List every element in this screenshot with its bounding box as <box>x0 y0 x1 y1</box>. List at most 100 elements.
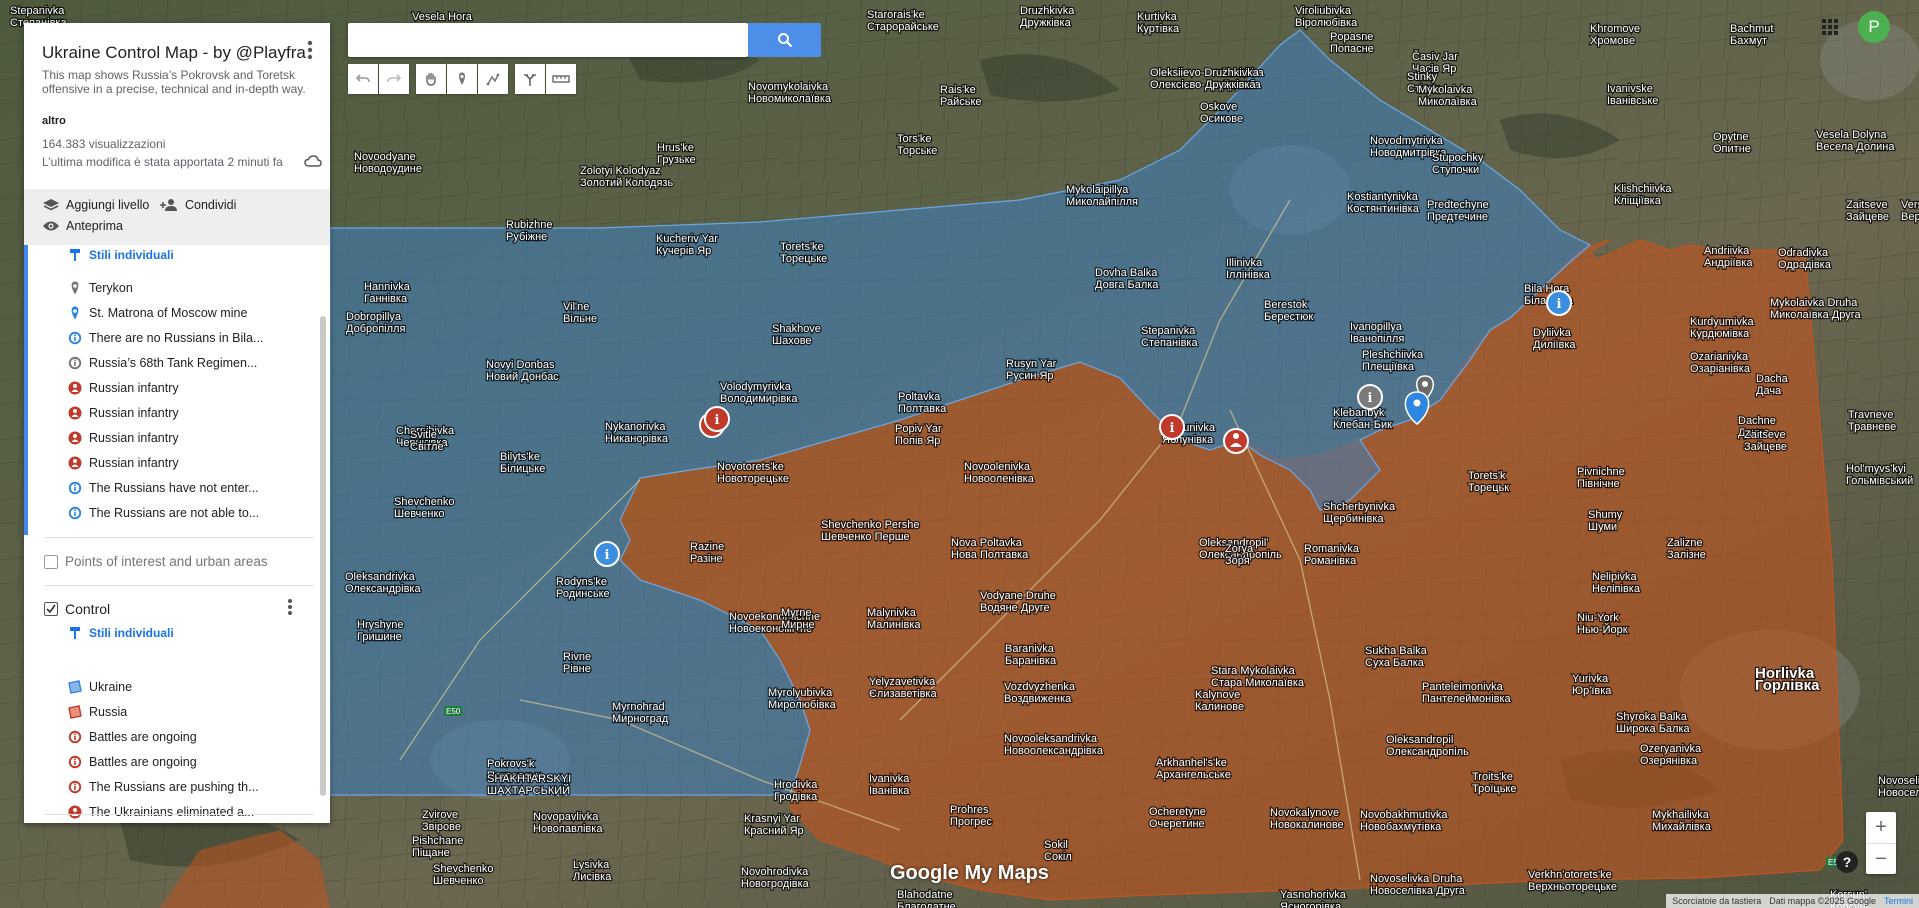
legend-item-label: Russian infantry <box>89 406 179 420</box>
more-vert-icon[interactable] <box>307 40 313 60</box>
legend-item[interactable]: Ukraine <box>68 680 132 694</box>
legend-item-label: Russian infantry <box>89 381 179 395</box>
poi-layer-row[interactable]: Points of interest and urban areas <box>44 554 268 569</box>
more-link[interactable]: altro <box>42 115 66 127</box>
redo-button[interactable] <box>379 64 409 94</box>
last-modified: L’ultima modifica è stata apportata 2 mi… <box>42 155 283 169</box>
place-label: Mykolaipillya Миколайпілля <box>1066 184 1138 208</box>
legend-item[interactable]: Russian infantry <box>68 456 179 470</box>
place-label: Rodyns'ke Родинське <box>556 576 610 600</box>
account-avatar[interactable]: P <box>1858 11 1890 43</box>
legend-item-icon-wrap <box>68 506 82 520</box>
panel-scrollbar[interactable] <box>320 316 326 796</box>
place-label: Nova Poltavka Нова Полтавка <box>951 537 1029 561</box>
directions-icon <box>524 74 536 86</box>
marker-gray-info-68th[interactable]: i <box>1357 384 1383 410</box>
zoom-out-button[interactable]: − <box>1866 843 1896 875</box>
legend-item[interactable]: Russia’s 68th Tank Regimen... <box>68 356 257 370</box>
add-marker-button[interactable] <box>447 64 477 94</box>
place-label: Panteleimonivka Пантелеймонівка <box>1422 681 1512 705</box>
control-layer-row[interactable]: Control <box>44 601 110 617</box>
place-label: Krasnyi Yar Красний Яр <box>744 813 804 837</box>
legend-item[interactable]: Battles are ongoing <box>68 755 197 769</box>
place-label: Novobakhmutivka Новобахмутівка <box>1360 809 1448 833</box>
legend-item-label: There are no Russians in Bila... <box>89 331 264 345</box>
marker-blue-info-rodynske[interactable]: i <box>594 541 620 567</box>
place-label: Mykolaivka Druha Миколаївка Друга <box>1770 297 1861 321</box>
control-individual-styles-link[interactable]: Stili individuali <box>68 626 174 640</box>
place-label: Oleksandrivka Олександрівка <box>345 571 421 595</box>
legend-item[interactable]: Russian infantry <box>68 381 179 395</box>
legend-item[interactable]: Russia <box>68 705 127 719</box>
place-label: VershynaВершина <box>1901 199 1919 223</box>
search-button[interactable] <box>748 23 821 57</box>
legend-item-label: The Russians have not enter... <box>89 481 259 495</box>
layers-icon <box>43 199 59 211</box>
draw-line-button[interactable] <box>478 64 508 94</box>
place-label: Lysivka Лисівка <box>573 859 612 883</box>
place-label: SHAKHTARSKYI ШАХТАРСЬКИЙ <box>487 773 571 797</box>
share-label: Condividi <box>185 198 237 212</box>
legend-item[interactable]: Terykon <box>68 281 133 295</box>
legend-item[interactable]: Russian infantry <box>68 406 179 420</box>
legend-item[interactable]: St. Matrona of Moscow mine <box>68 306 247 320</box>
keyboard-shortcuts-link[interactable]: Scorciatoie da tastiera <box>1672 896 1761 906</box>
red-info-icon <box>68 755 82 769</box>
add-layer-button[interactable]: Aggiungi livello <box>42 198 149 212</box>
place-label: Oskove Осикове <box>1200 101 1243 125</box>
place-label: Stara Mykolaivka Стара Миколаївка <box>1211 665 1305 689</box>
control-layer-checkbox[interactable] <box>44 602 58 616</box>
legend-item-label: Battles are ongoing <box>89 730 197 744</box>
legend-item[interactable]: Battles are ongoing <box>68 730 197 744</box>
legend-item-icon-wrap <box>68 705 82 719</box>
legend-item[interactable]: The Ukrainians eliminated a... <box>68 805 254 819</box>
help-button[interactable]: ? <box>1836 851 1858 873</box>
marker-blue-info-bila-hora[interactable]: i <box>1546 290 1572 316</box>
apps-grid-icon[interactable] <box>1820 17 1840 37</box>
place-label: Myrnohrad Мирноград <box>612 701 669 725</box>
share-button[interactable]: Condividi <box>159 198 236 212</box>
place-label: Kalynove Калинове <box>1195 689 1244 713</box>
marker-red-info-yablunivka[interactable]: i <box>1159 414 1185 440</box>
place-label: Berestok Берестюк <box>1264 299 1313 323</box>
place-label: Viroliubivka Віролюбівка <box>1295 5 1358 29</box>
legend-item[interactable]: The Russians are pushing th... <box>68 780 259 794</box>
place-label: Pivnichne Північне <box>1577 466 1625 490</box>
individual-styles-link[interactable]: Stili individuali <box>68 248 174 262</box>
layer-divider <box>44 585 314 586</box>
preview-button[interactable]: Anteprima <box>42 219 123 233</box>
map-description: This map shows Russia’s Pokrovsk and Tor… <box>42 68 306 96</box>
place-label: Kostiantynivka Костянтинівка <box>1347 191 1420 215</box>
road-shield-e50: E50 <box>444 706 462 716</box>
legend-item[interactable]: There are no Russians in Bila... <box>68 331 263 345</box>
place-label: Oleksiievo-Druzhkivka Олексієво-Дружківка <box>1150 67 1260 91</box>
place-label: Bachmut Бахмут <box>1730 23 1773 47</box>
legend-item[interactable]: The Russians are not able to... <box>68 506 259 520</box>
place-label: Dobropillya Добропілля <box>346 311 405 335</box>
legend-item-label: The Ukrainians eliminated a... <box>89 805 255 819</box>
directions-button[interactable] <box>515 64 545 94</box>
pan-hand-button[interactable] <box>416 64 446 94</box>
zoom-in-button[interactable]: + <box>1866 812 1896 843</box>
legend-item-icon-wrap <box>68 780 82 794</box>
preview-label: Anteprima <box>66 219 123 233</box>
place-label: Vozdvyzhenka Воздвиженка <box>1004 681 1076 705</box>
measure-button[interactable] <box>546 64 576 94</box>
map-data-credit: Dati mappa ©2025 Google <box>1769 896 1876 906</box>
marker-red-soldier[interactable] <box>1223 428 1249 454</box>
place-label: Blahodatne Благодатне <box>897 889 956 908</box>
undo-button[interactable] <box>348 64 378 94</box>
place-label: Yurivka Юр'ївка <box>1572 673 1612 697</box>
search-icon <box>777 33 792 48</box>
poi-layer-checkbox[interactable] <box>44 554 58 569</box>
place-label: Novopavlivka Новопавлівка <box>533 811 603 835</box>
legend-item[interactable]: The Russians have not enter... <box>68 481 259 495</box>
legend-item[interactable]: Russian infantry <box>68 431 179 445</box>
blue-info-icon <box>68 331 82 345</box>
layer-options-icon[interactable] <box>287 598 293 616</box>
blue-polygon-icon <box>68 680 82 694</box>
gray-pin-icon <box>71 281 79 295</box>
terms-link[interactable]: Termini <box>1884 896 1913 906</box>
search-input[interactable] <box>348 23 748 57</box>
red-soldier-icon <box>68 805 82 819</box>
